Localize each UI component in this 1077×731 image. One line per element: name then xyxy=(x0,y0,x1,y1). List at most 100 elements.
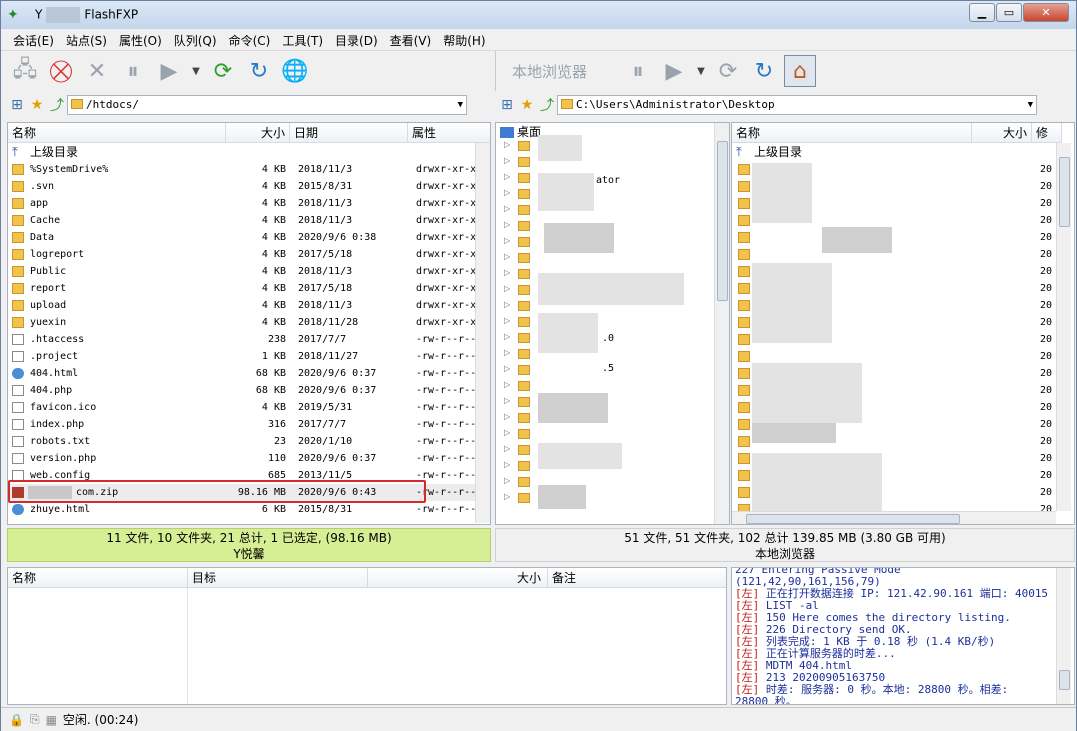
menu-item-0[interactable]: 会话(E) xyxy=(7,32,60,49)
queue-header-name[interactable]: 名称 xyxy=(8,568,188,588)
file-row[interactable]: yuexin 4 KB 2018/11/28 drwxr-xr-x xyxy=(8,314,488,331)
disconnect-icon[interactable]: ⛒ xyxy=(45,55,77,87)
expand-arrow-icon[interactable]: ▷ xyxy=(504,204,510,213)
tree-node[interactable]: ▷ xyxy=(504,491,534,505)
favorites-star-icon[interactable]: ★ xyxy=(517,95,537,115)
file-list-scrollbar[interactable] xyxy=(475,143,490,523)
file-row[interactable]: robots.txt 23 2020/1/10 -rw-r--r-- xyxy=(8,433,488,450)
scrollbar-thumb[interactable] xyxy=(1059,157,1070,227)
file-row[interactable]: logreport 4 KB 2017/5/18 drwxr-xr-x xyxy=(8,246,488,263)
tree-node[interactable]: ▷ xyxy=(504,139,534,153)
column-header-size[interactable]: 大小 xyxy=(972,123,1032,143)
tree-node[interactable]: ▷ xyxy=(504,155,534,169)
queue-header-note[interactable]: 备注 xyxy=(548,568,726,588)
tree-node[interactable]: ▷ xyxy=(504,299,534,313)
tree-node[interactable]: ▷ xyxy=(504,411,534,425)
tree-node[interactable]: ▷ xyxy=(504,395,534,409)
chevron-down-icon[interactable]: ▼ xyxy=(189,55,203,87)
abort-icon[interactable]: ✕ xyxy=(81,55,113,87)
tree-node[interactable]: ▷ xyxy=(504,363,534,377)
file-row[interactable]: 404.html 68 KB 2020/9/6 0:37 -rw-r--r-- xyxy=(8,365,488,382)
column-header-date[interactable]: 日期 xyxy=(290,123,408,143)
tree-node[interactable]: ▷ xyxy=(504,331,534,345)
file-row[interactable]: Public 4 KB 2018/11/3 drwxr-xr-x xyxy=(8,263,488,280)
transfer-icon[interactable]: ▶ xyxy=(658,55,690,87)
expand-arrow-icon[interactable]: ▷ xyxy=(504,444,510,453)
tree-node[interactable]: ▷ xyxy=(504,171,534,185)
local-file-row[interactable]: 20 xyxy=(732,246,1054,263)
file-row[interactable]: version.php 110 2020/9/6 0:37 -rw-r--r-- xyxy=(8,450,488,467)
column-header-name[interactable]: 名称 xyxy=(8,123,226,143)
expand-arrow-icon[interactable]: ▷ xyxy=(504,156,510,165)
column-header-attr[interactable]: 属性 xyxy=(408,123,490,143)
menu-item-2[interactable]: 属性(O) xyxy=(113,32,168,49)
tree-node[interactable]: ▷ xyxy=(504,219,534,233)
sitemap-icon[interactable]: ⊞ xyxy=(7,95,27,115)
tree-node[interactable]: ▷ xyxy=(504,459,534,473)
expand-arrow-icon[interactable]: ▷ xyxy=(504,348,510,357)
tree-node[interactable]: ▷ xyxy=(504,475,534,489)
file-row[interactable]: .svn 4 KB 2015/8/31 drwxr-xr-x xyxy=(8,178,488,195)
expand-arrow-icon[interactable]: ▷ xyxy=(504,140,510,149)
file-row[interactable]: Cache 4 KB 2018/11/3 drwxr-xr-x xyxy=(8,212,488,229)
dropdown-arrow-icon[interactable]: ▼ xyxy=(1028,96,1033,114)
file-row[interactable]: zhuye.html 6 KB 2015/8/31 -rw-r--r-- xyxy=(8,501,488,518)
queue-header-target[interactable]: 目标 xyxy=(188,568,368,588)
refresh-transfer-icon[interactable]: ⟳ xyxy=(207,55,239,87)
tree-node[interactable]: ▷ xyxy=(504,235,534,249)
maximize-button[interactable]: ▭ xyxy=(996,3,1022,22)
horizontal-scrollbar[interactable] xyxy=(732,511,1056,524)
file-row[interactable]: upload 4 KB 2018/11/3 drwxr-xr-x xyxy=(8,297,488,314)
expand-arrow-icon[interactable]: ▷ xyxy=(504,252,510,261)
parent-directory-row[interactable]: ⤒ 上级目录 xyxy=(8,144,488,161)
transfer-icon[interactable]: ▶ xyxy=(153,55,185,87)
expand-arrow-icon[interactable]: ▷ xyxy=(504,284,510,293)
menu-item-6[interactable]: 目录(D) xyxy=(329,32,384,49)
file-row[interactable]: 404.php 68 KB 2020/9/6 0:37 -rw-r--r-- xyxy=(8,382,488,399)
expand-arrow-icon[interactable]: ▷ xyxy=(504,316,510,325)
tree-node[interactable]: ▷ xyxy=(504,315,534,329)
minimize-button[interactable]: ▁ xyxy=(969,3,995,22)
column-header-date[interactable]: 修 xyxy=(1032,123,1062,143)
expand-arrow-icon[interactable]: ▷ xyxy=(504,268,510,277)
menu-item-1[interactable]: 站点(S) xyxy=(60,32,113,49)
expand-arrow-icon[interactable]: ▷ xyxy=(504,332,510,341)
tree-scrollbar[interactable] xyxy=(714,123,729,524)
expand-arrow-icon[interactable]: ▷ xyxy=(504,236,510,245)
file-row[interactable]: app 4 KB 2018/11/3 drwxr-xr-x xyxy=(8,195,488,212)
expand-arrow-icon[interactable]: ▷ xyxy=(504,380,510,389)
local-file-row[interactable]: 20 xyxy=(732,229,1054,246)
column-header-name[interactable]: 名称 xyxy=(732,123,972,143)
connect-icon[interactable]: 🖧 xyxy=(9,55,41,87)
tree-node[interactable]: ▷ xyxy=(504,187,534,201)
menu-item-5[interactable]: 工具(T) xyxy=(276,32,329,49)
expand-arrow-icon[interactable]: ▷ xyxy=(504,476,510,485)
column-header-size[interactable]: 大小 xyxy=(226,123,290,143)
file-row[interactable]: %SystemDrive% 4 KB 2018/11/3 drwxr-xr-x xyxy=(8,161,488,178)
up-arrow-icon[interactable]: ⤴ xyxy=(537,95,557,115)
dropdown-arrow-icon[interactable]: ▼ xyxy=(458,96,463,114)
pause-icon[interactable]: ⏸ xyxy=(622,55,654,87)
file-row[interactable]: .project 1 KB 2018/11/27 -rw-r--r-- xyxy=(8,348,488,365)
file-row[interactable]: index.php 316 2017/7/7 -rw-r--r-- xyxy=(8,416,488,433)
parent-directory-row[interactable]: ⤒ 上级目录 xyxy=(732,144,1032,161)
tree-node[interactable]: ▷ xyxy=(504,427,534,441)
refresh-transfer-icon[interactable]: ⟳ xyxy=(712,55,744,87)
scrollbar-thumb[interactable] xyxy=(1059,670,1070,690)
right-path-input[interactable]: C:\Users\Administrator\Desktop ▼ xyxy=(557,95,1037,115)
close-button[interactable]: ✕ xyxy=(1023,3,1069,22)
expand-arrow-icon[interactable]: ▷ xyxy=(504,172,510,181)
file-row[interactable]: report 4 KB 2017/5/18 drwxr-xr-x xyxy=(8,280,488,297)
expand-arrow-icon[interactable]: ▷ xyxy=(504,396,510,405)
file-row[interactable]: favicon.ico 4 KB 2019/5/31 -rw-r--r-- xyxy=(8,399,488,416)
expand-arrow-icon[interactable]: ▷ xyxy=(504,460,510,469)
expand-arrow-icon[interactable]: ▷ xyxy=(504,220,510,229)
tree-node[interactable]: ▷ xyxy=(504,203,534,217)
tree-root-desktop[interactable]: 桌面 xyxy=(500,123,541,140)
expand-arrow-icon[interactable]: ▷ xyxy=(504,412,510,421)
queue-header-size[interactable]: 大小 xyxy=(368,568,548,588)
tree-node[interactable]: ▷ xyxy=(504,443,534,457)
menu-item-8[interactable]: 帮助(H) xyxy=(437,32,491,49)
menu-item-7[interactable]: 查看(V) xyxy=(384,32,438,49)
globe-icon[interactable]: 🌐 xyxy=(279,55,311,87)
